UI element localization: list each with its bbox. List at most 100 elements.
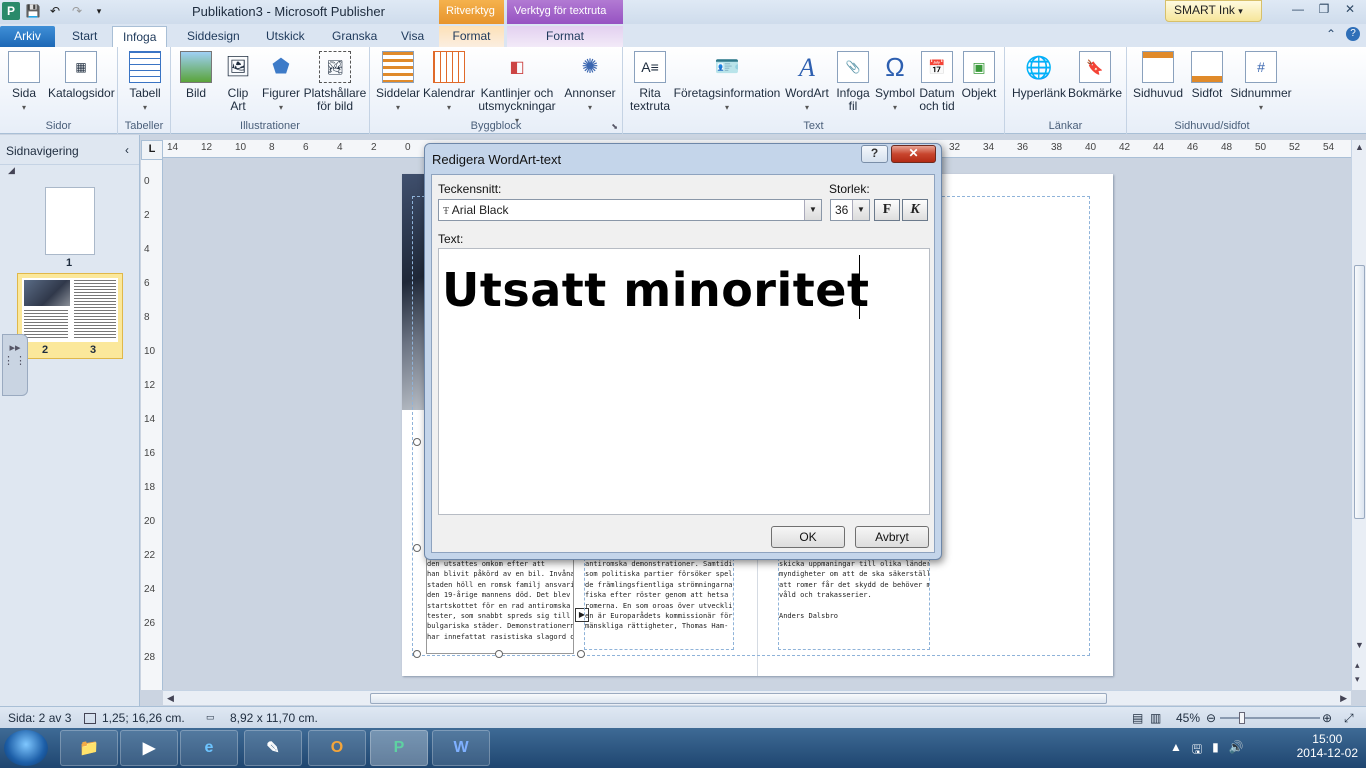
device-icon[interactable]: 🖫: [1192, 740, 1202, 761]
symbol-button[interactable]: Ω Symbol ▾: [875, 51, 915, 114]
tab-granska[interactable]: Granska: [322, 26, 387, 47]
taskbar-explorer[interactable]: 📁: [60, 730, 118, 766]
bold-button[interactable]: F: [874, 199, 900, 221]
wordart-text-input[interactable]: Utsatt minoritet: [438, 248, 930, 515]
scroll-right-icon[interactable]: ▶: [1340, 693, 1347, 704]
close-window-icon[interactable]: ✕: [1338, 0, 1362, 18]
restore-icon[interactable]: ❐: [1312, 0, 1336, 18]
selection-handle[interactable]: [495, 650, 503, 658]
side-panel-handle[interactable]: ▸▸ ⋮⋮: [2, 334, 28, 396]
selection-handle[interactable]: [413, 544, 421, 552]
selection-handle[interactable]: [577, 650, 585, 658]
hyperlank-button[interactable]: 🌐 Hyperlänk: [1011, 51, 1067, 100]
network-icon[interactable]: ▮: [1212, 740, 1219, 761]
selection-handle[interactable]: [413, 650, 421, 658]
font-dropdown-icon[interactable]: ▼: [804, 200, 821, 220]
platshallare-for-bild-button[interactable]: 🏞 Platshållare för bild: [303, 51, 367, 113]
selection-handle[interactable]: [413, 438, 421, 446]
tab-siddesign[interactable]: Siddesign: [177, 26, 250, 47]
tab-format-textbox[interactable]: Format: [507, 26, 623, 47]
zoom-level[interactable]: 45%: [1176, 711, 1200, 725]
clipart-button[interactable]: 🖼 Clip Art: [221, 51, 255, 113]
page-down-icon[interactable]: ▾: [1355, 674, 1360, 685]
italic-button[interactable]: K: [902, 199, 928, 221]
tab-selector[interactable]: L: [141, 140, 163, 160]
save-icon[interactable]: 💾: [24, 2, 42, 20]
start-button[interactable]: [4, 730, 48, 766]
redo-icon[interactable]: ↷: [68, 2, 86, 20]
font-select[interactable]: Ŧ Arial Black ▼: [438, 199, 822, 221]
tabell-button[interactable]: Tabell ▾: [126, 51, 164, 114]
text-column-2[interactable]: antiromska demonstrationer. Samtidigt som…: [584, 558, 734, 650]
smart-ink-menu-icon[interactable]: ▾: [1238, 6, 1243, 16]
ok-button[interactable]: OK: [771, 526, 845, 548]
foretagsinformation-button[interactable]: 🪪 Företagsinformation ▾: [673, 51, 781, 114]
scroll-up-icon[interactable]: ▲: [1355, 142, 1364, 152]
scroll-left-icon[interactable]: ◀: [167, 693, 174, 704]
bokmarke-button[interactable]: 🔖 Bokmärke: [1067, 51, 1123, 100]
byggblock-launcher-icon[interactable]: ⬊: [611, 122, 618, 131]
nav-expand-icon[interactable]: ◢: [0, 165, 139, 179]
two-page-view-icon[interactable]: ▥: [1150, 711, 1161, 725]
fit-page-icon[interactable]: ⤢: [1344, 711, 1354, 726]
size-dropdown-icon[interactable]: ▼: [852, 200, 869, 220]
vertical-scroll-thumb[interactable]: [1354, 265, 1365, 519]
size-select[interactable]: 36 ▼: [830, 199, 870, 221]
publisher-app-icon[interactable]: P: [2, 2, 20, 20]
minimize-icon[interactable]: —: [1286, 0, 1310, 18]
tab-arkiv[interactable]: Arkiv: [0, 26, 55, 47]
rita-textruta-button[interactable]: A≡ Rita textruta: [629, 51, 671, 113]
datum-och-tid-button[interactable]: 📅 Datum och tid: [917, 51, 957, 113]
katalogsidor-button[interactable]: ▦ Katalogsidor: [48, 51, 115, 100]
minimize-ribbon-icon[interactable]: ⌃: [1326, 27, 1336, 41]
scroll-down-icon[interactable]: ▼: [1355, 640, 1364, 650]
smart-ink-toolbar[interactable]: SMART Ink ▾: [1165, 0, 1262, 22]
page-indicator[interactable]: Sida: 2 av 3: [8, 711, 71, 725]
page-thumbnail-2-3[interactable]: 2 3: [17, 273, 123, 359]
sidnummer-button[interactable]: # Sidnummer ▾: [1229, 51, 1293, 114]
help-icon[interactable]: ?: [1346, 27, 1360, 41]
taskbar-internet-explorer[interactable]: e: [180, 730, 238, 766]
objekt-button[interactable]: ▣ Objekt: [959, 51, 999, 100]
taskbar-media-player[interactable]: ▶: [120, 730, 178, 766]
kantlinjer-button[interactable]: ◧ Kantlinjer och utsmyckningar ▾: [476, 51, 558, 127]
figurer-button[interactable]: ⬟ Figurer ▾: [261, 51, 301, 114]
tab-visa[interactable]: Visa: [391, 26, 434, 47]
taskbar-publisher[interactable]: P: [370, 730, 428, 766]
siddelar-button[interactable]: Siddelar ▾: [376, 51, 420, 114]
sida-button[interactable]: Sida ▾: [8, 51, 40, 114]
horizontal-scrollbar[interactable]: ◀ ▶: [163, 690, 1351, 705]
infoga-fil-button[interactable]: 📎 Infoga fil: [833, 51, 873, 113]
customize-qat-icon[interactable]: ▾: [90, 2, 108, 20]
dialog-close-button[interactable]: ✕: [891, 145, 936, 163]
volume-icon[interactable]: 🔊: [1229, 740, 1244, 761]
tab-infoga[interactable]: Infoga: [112, 26, 168, 47]
tab-utskick[interactable]: Utskick: [256, 26, 315, 47]
zoom-slider-knob[interactable]: [1239, 712, 1245, 724]
vertical-scrollbar[interactable]: ▲ ▼ ▴ ▾: [1351, 140, 1366, 690]
dialog-help-button[interactable]: ?: [861, 145, 888, 163]
clock[interactable]: 15:00 2014-12-02: [1297, 732, 1358, 760]
taskbar-word[interactable]: W: [432, 730, 490, 766]
single-page-view-icon[interactable]: ▤: [1132, 711, 1143, 725]
vertical-ruler[interactable]: 0 2 4 6 8 10 12 14 16 18 20 22 24 26 28: [141, 160, 163, 690]
cancel-button[interactable]: Avbryt: [855, 526, 929, 548]
page-thumbnail-1[interactable]: [45, 187, 95, 255]
annonser-button[interactable]: ✺ Annonser ▾: [562, 51, 618, 114]
tab-start[interactable]: Start: [62, 26, 107, 47]
sidfot-button[interactable]: Sidfot: [1187, 51, 1227, 100]
zoom-slider[interactable]: [1220, 717, 1320, 719]
text-column-3[interactable]: skicka uppmaningar till olika länders myn…: [778, 558, 930, 650]
show-hidden-icons[interactable]: ▲: [1170, 740, 1182, 761]
sidhuvud-button[interactable]: Sidhuvud: [1131, 51, 1185, 100]
zoom-in-icon[interactable]: ⊕: [1322, 711, 1332, 725]
wordart-button[interactable]: A WordArt ▾: [783, 51, 831, 114]
collapse-nav-icon[interactable]: ‹: [125, 143, 129, 157]
bild-button[interactable]: Bild: [179, 51, 213, 100]
horizontal-scroll-thumb[interactable]: [370, 693, 1107, 704]
page-up-icon[interactable]: ▴: [1355, 660, 1360, 671]
text-column-1[interactable]: den utsattes omkom efter att han blivit p…: [426, 558, 574, 654]
kalendrar-button[interactable]: Kalendrar ▾: [422, 51, 476, 114]
tab-format-drawing[interactable]: Format: [439, 26, 504, 47]
undo-icon[interactable]: ↶: [46, 2, 64, 20]
